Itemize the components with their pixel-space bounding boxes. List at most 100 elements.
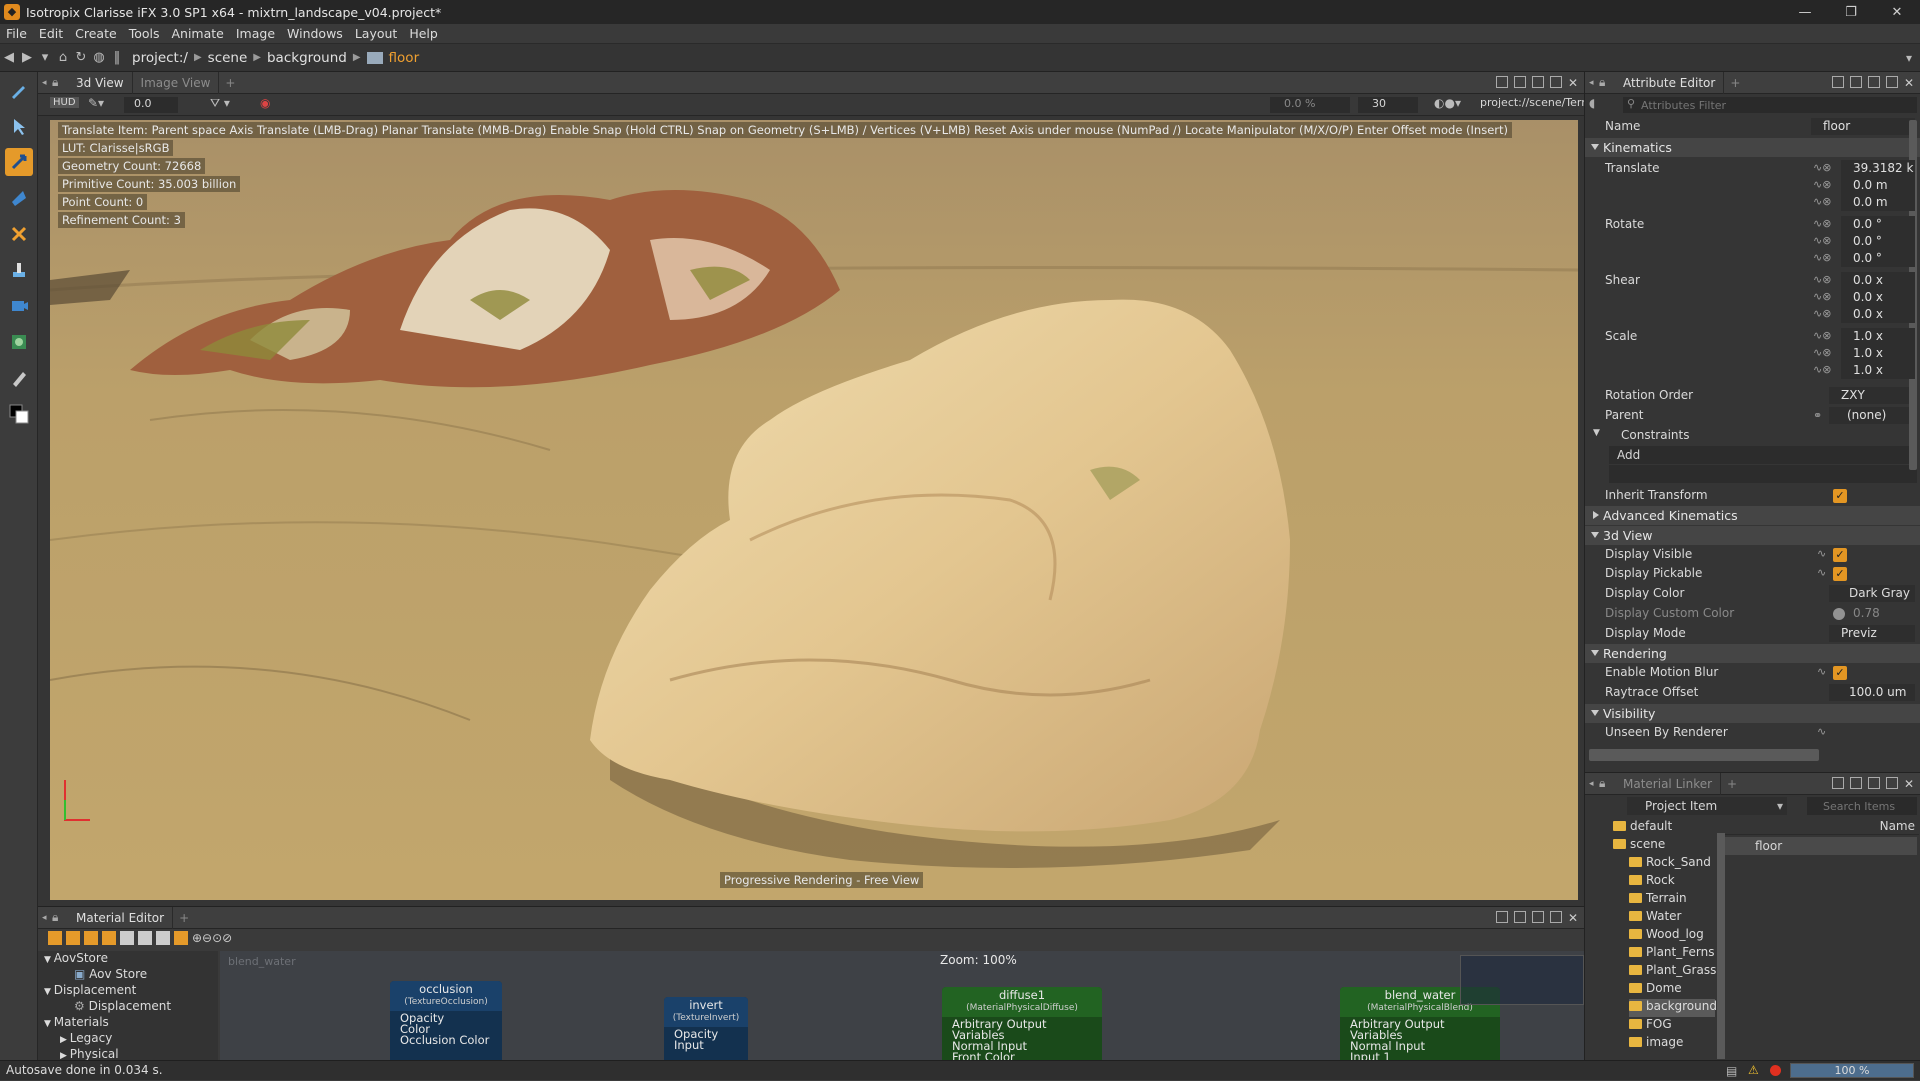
motion-blur-checkbox[interactable]: ✓ xyxy=(1833,666,1847,680)
layout-icon[interactable] xyxy=(1849,76,1862,88)
animate-curve-icon[interactable]: ∿⊗ xyxy=(1813,290,1831,303)
stop-icon[interactable]: ◍ xyxy=(90,48,108,68)
panel-menu-icon[interactable]: ◂ xyxy=(1585,779,1599,789)
maximize-panel-icon[interactable] xyxy=(1885,777,1898,789)
tab-attribute-editor[interactable]: Attribute Editor xyxy=(1615,71,1725,94)
linked-item-floor[interactable]: floor xyxy=(1725,837,1917,855)
panel-menu-icon[interactable]: ◂ xyxy=(38,913,52,923)
panel-menu-icon[interactable]: ◂ xyxy=(38,78,52,88)
close-panel-icon[interactable]: ✕ xyxy=(1904,777,1914,791)
translate-tool-icon[interactable] xyxy=(5,148,33,176)
layout-icon[interactable] xyxy=(1831,76,1844,88)
tab-image-view[interactable]: Image View xyxy=(133,71,220,94)
node-port[interactable]: Arbitrary Output Variables xyxy=(1350,1018,1490,1041)
tree-item-default[interactable]: default xyxy=(1613,819,1672,837)
zoom-tools-icon[interactable]: ⊕⊖⊙⊘ xyxy=(192,931,232,949)
close-panel-icon[interactable]: ✕ xyxy=(1904,76,1914,90)
history-icon[interactable]: ▾ xyxy=(36,48,54,68)
close-window-button[interactable]: ✕ xyxy=(1874,0,1920,24)
add-tab-button[interactable]: + xyxy=(1721,777,1743,791)
add-tab-button[interactable]: + xyxy=(173,911,195,925)
translate-value-field[interactable]: 0.0 m xyxy=(1841,194,1915,211)
column-name-header[interactable]: Name xyxy=(1723,817,1919,835)
animate-curve-icon[interactable]: ∿ xyxy=(1817,725,1826,738)
maximize-panel-icon[interactable] xyxy=(1549,911,1562,923)
minimize-button[interactable]: — xyxy=(1782,0,1828,24)
speech-bubble-icon[interactable]: ◖ xyxy=(1589,96,1609,114)
tree-item-image[interactable]: image xyxy=(1629,1035,1683,1053)
layout-icon[interactable] xyxy=(1531,76,1544,88)
add-tab-button[interactable]: + xyxy=(1724,76,1746,90)
menu-animate[interactable]: Animate xyxy=(171,26,223,41)
3d-viewport[interactable]: Translate Item: Parent space Axis Transl… xyxy=(50,120,1578,900)
tree-item-dome[interactable]: Dome xyxy=(1629,981,1682,999)
layout-nodes-icon[interactable] xyxy=(120,931,134,945)
layout-icon[interactable] xyxy=(1531,911,1544,923)
layout-icon[interactable] xyxy=(1867,76,1880,88)
scale-tool-icon[interactable] xyxy=(5,220,33,248)
close-panel-icon[interactable]: ✕ xyxy=(1568,76,1578,90)
translate-value-field[interactable]: 0.0 m xyxy=(1841,177,1915,194)
shear-value-field[interactable]: 0.0 x xyxy=(1841,306,1915,323)
tree-item-terrain[interactable]: Terrain xyxy=(1629,891,1687,909)
menu-image[interactable]: Image xyxy=(236,26,275,41)
tree-item-plant-ferns[interactable]: Plant_Ferns xyxy=(1629,945,1714,963)
node-port[interactable]: Arbitrary Output Variables xyxy=(952,1018,1092,1041)
warning-icon[interactable]: ⚠ xyxy=(1748,1061,1759,1080)
tab-3d-view[interactable]: 3d View xyxy=(68,71,133,94)
frame-field[interactable]: 30 xyxy=(1358,97,1418,113)
camera-tool-icon[interactable] xyxy=(5,292,33,320)
node-port[interactable]: Input xyxy=(674,1039,738,1051)
panel-menu-icon[interactable]: ◂ xyxy=(1585,78,1599,88)
home-icon[interactable]: ⌂ xyxy=(54,48,72,68)
section-advanced-kinematics[interactable]: Advanced Kinematics xyxy=(1585,506,1920,525)
percent-field[interactable]: 0.0 % xyxy=(1270,97,1350,113)
tree-item-water[interactable]: Water xyxy=(1629,909,1681,927)
animate-curve-icon[interactable]: ∿ xyxy=(1817,665,1826,678)
animate-curve-icon[interactable]: ∿⊗ xyxy=(1813,234,1831,247)
project-item-dropdown[interactable]: Project Item ▾ xyxy=(1627,797,1787,815)
layout-icon[interactable] xyxy=(1495,911,1508,923)
hud-toggle-button[interactable]: HUD xyxy=(50,97,79,108)
tree-item-fog[interactable]: FOG xyxy=(1629,1017,1672,1035)
back-arrow-icon[interactable]: ◀ xyxy=(0,48,18,68)
shear-value-field[interactable]: 0.0 x xyxy=(1841,289,1915,306)
scale-value-field[interactable]: 1.0 x xyxy=(1841,362,1915,379)
lock-icon[interactable]: 🔒︎ xyxy=(1599,776,1615,791)
animate-curve-icon[interactable]: ∿⊗ xyxy=(1813,195,1831,208)
tree-item-rock-sand[interactable]: Rock_Sand xyxy=(1629,855,1711,873)
menu-edit[interactable]: Edit xyxy=(39,26,63,41)
section-3d-view[interactable]: 3d View xyxy=(1585,526,1920,545)
rotation-order-dropdown[interactable]: ZXY xyxy=(1829,387,1915,404)
paint-tool-icon[interactable] xyxy=(5,364,33,392)
animate-curve-icon[interactable]: ∿⊗ xyxy=(1813,307,1831,320)
animate-curve-icon[interactable]: ∿ xyxy=(1817,566,1826,579)
pause-icon[interactable]: ‖ xyxy=(108,48,126,68)
maximize-panel-icon[interactable] xyxy=(1549,76,1562,88)
rotate-value-field[interactable]: 0.0 ° xyxy=(1841,216,1915,233)
node-port[interactable]: Occlusion Color xyxy=(400,1034,492,1046)
maximize-button[interactable]: ❐ xyxy=(1828,0,1874,24)
lock-icon[interactable]: 🔒︎ xyxy=(52,910,68,925)
layout-icon[interactable] xyxy=(1867,777,1880,789)
breadcrumb-project[interactable]: project:/ xyxy=(126,48,194,68)
menu-layout[interactable]: Layout xyxy=(355,26,398,41)
name-field[interactable]: floor xyxy=(1811,118,1915,135)
raytrace-offset-field[interactable]: 100.0 um xyxy=(1829,684,1915,701)
node-tool-icon[interactable] xyxy=(174,931,188,945)
forward-arrow-icon[interactable]: ▶ xyxy=(18,48,36,68)
section-visibility[interactable]: Visibility xyxy=(1585,704,1920,723)
color-swatch-icon[interactable] xyxy=(5,400,33,428)
image-tool-icon[interactable] xyxy=(5,328,33,356)
log-icon[interactable]: ▤ xyxy=(1726,1062,1737,1081)
display-mode-icon[interactable]: ✎▾ xyxy=(88,96,104,110)
translate-value-field[interactable]: 39.3182 k xyxy=(1841,160,1915,177)
attributes-filter-input[interactable] xyxy=(1623,97,1917,113)
inherit-transform-checkbox[interactable]: ✓ xyxy=(1833,489,1847,503)
menu-windows[interactable]: Windows xyxy=(287,26,343,41)
animate-curve-icon[interactable]: ∿⊗ xyxy=(1813,178,1831,191)
tree-item-background[interactable]: background xyxy=(1629,999,1717,1017)
maximize-panel-icon[interactable] xyxy=(1885,76,1898,88)
scale-value-field[interactable]: 1.0 x xyxy=(1841,328,1915,345)
display-custom-color-value[interactable]: 0.78 xyxy=(1853,606,1880,620)
